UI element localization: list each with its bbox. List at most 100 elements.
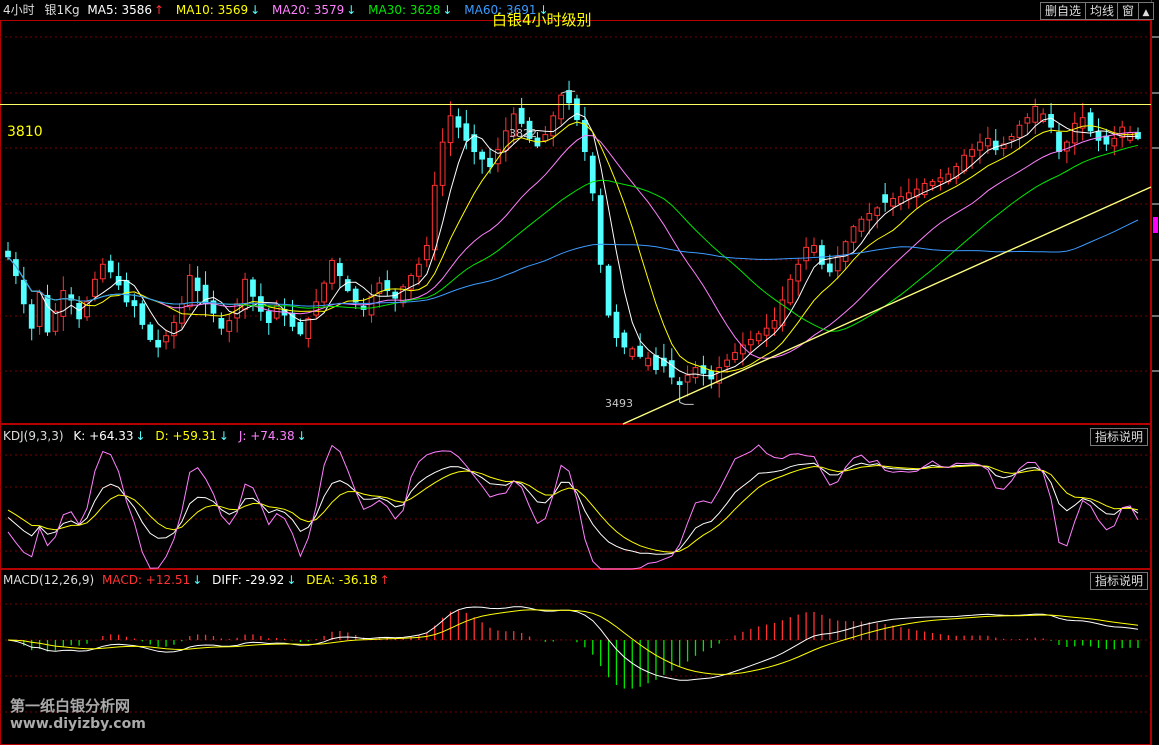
candle-up <box>368 295 375 316</box>
remove-favorite-button[interactable]: 删自选 <box>1040 2 1087 20</box>
candle-up <box>1016 124 1023 138</box>
ma30-line <box>7 144 1139 332</box>
ma10-arrow: ↓ <box>250 3 261 17</box>
candle-up <box>961 154 968 172</box>
candle-up <box>550 115 557 137</box>
symbol-label: 银1Kg <box>44 3 80 17</box>
chart-title: 白银4小时级别 <box>492 11 592 29</box>
candle-up <box>747 338 754 346</box>
candle-up <box>905 192 912 200</box>
candle-up <box>842 241 849 262</box>
candle-up <box>969 149 975 157</box>
kdj-k-value: K: +64.33 <box>73 429 134 443</box>
candle-up <box>977 141 983 151</box>
main-legend: 4小时 银1Kg MA5: 3586 ↑ MA10: 3569 ↓ MA20: 35… <box>3 3 557 17</box>
candle-up <box>834 256 841 272</box>
candle-up <box>984 137 991 147</box>
candle-up <box>929 181 936 186</box>
ma60-line <box>7 219 1139 307</box>
dea-arrow: ↑ <box>379 573 390 587</box>
candle-down <box>826 263 833 273</box>
panel-frame <box>0 569 1151 745</box>
ma10-line <box>7 121 1139 373</box>
candle-up <box>163 335 169 343</box>
candle-down <box>566 90 572 104</box>
candle-up <box>645 357 651 367</box>
macd-legend: MACD(12,26,9) MACD: +12.51 ↓ DIFF: -29.92… <box>3 573 396 587</box>
kdj-d-arrow: ↓ <box>218 429 229 443</box>
candle-down <box>613 311 620 339</box>
candle-down <box>1103 135 1110 145</box>
candle-down <box>653 355 659 371</box>
ma30-arrow: ↓ <box>442 3 453 17</box>
candle-down <box>518 107 525 124</box>
candle-down <box>621 332 628 348</box>
candle-up <box>850 226 857 243</box>
candle-up <box>1032 105 1039 123</box>
kdj-help-button[interactable]: 指标说明 <box>1090 428 1149 446</box>
candle-up <box>92 278 98 297</box>
chart-canvas[interactable] <box>0 0 1159 745</box>
candle-up <box>226 320 233 332</box>
ma30-value: MA30: 3628 <box>368 3 441 17</box>
candle-up <box>1008 136 1015 141</box>
candle-up <box>732 352 738 360</box>
candle-up <box>1071 122 1078 144</box>
candle-up <box>447 115 454 144</box>
candle-up <box>305 318 312 340</box>
candle-up <box>937 177 944 183</box>
macd-label: MACD(12,26,9) <box>3 573 95 587</box>
candle-up <box>771 320 778 329</box>
ma20-arrow: ↓ <box>346 3 357 17</box>
candle-down <box>1087 112 1094 132</box>
candle-up <box>99 263 106 280</box>
candle-up <box>890 198 896 207</box>
watermark-line2: www.diyizby.com <box>10 716 146 732</box>
candle-down <box>1056 131 1062 153</box>
candle-up <box>763 327 770 336</box>
ma20-line <box>7 131 1139 359</box>
candle-down <box>194 277 201 292</box>
ma20-value: MA20: 3579 <box>272 3 345 17</box>
window-button[interactable]: 窗 <box>1117 2 1140 20</box>
ma5-arrow: ↑ <box>154 3 165 17</box>
kdj-j-value: J: +74.38 <box>238 429 295 443</box>
candle-down <box>455 116 462 128</box>
candle-down <box>352 288 359 303</box>
candle-up <box>186 275 193 308</box>
ma-line-button[interactable]: 均线 <box>1085 2 1120 20</box>
macd-help-button[interactable]: 指标说明 <box>1090 572 1149 590</box>
kdj-label: KDJ(9,3,3) <box>3 429 64 443</box>
high-3822-label: 3822 <box>509 127 537 140</box>
diff-value: DIFF: -29.92 <box>212 573 285 587</box>
candle-down <box>668 360 675 378</box>
kdj-j-arrow: ↓ <box>296 429 307 443</box>
candle-down <box>76 302 82 320</box>
candle-up <box>724 359 730 367</box>
scroll-up-button[interactable]: ▲ <box>1138 2 1154 20</box>
candle-down <box>218 318 225 329</box>
low-3493-label: 3493 <box>605 397 633 410</box>
macd-dea-line <box>7 609 1139 675</box>
candle-down <box>597 195 604 265</box>
ma10-value: MA10: 3569 <box>175 3 249 17</box>
candle-down <box>131 300 138 307</box>
diff-arrow: ↓ <box>286 573 297 587</box>
panel-frame <box>0 20 1151 424</box>
candle-up <box>321 282 327 303</box>
macd-value: MACD: +12.51 <box>101 573 191 587</box>
candle-down <box>676 381 683 386</box>
candle-up <box>1111 137 1118 147</box>
candle-up <box>811 244 817 253</box>
candle-down <box>44 294 51 333</box>
candle-up <box>692 367 699 379</box>
period-label: 4小时 <box>3 3 35 17</box>
candle-down <box>344 279 351 292</box>
candle-up <box>858 218 865 232</box>
candle-down <box>479 151 485 160</box>
candle-up <box>423 244 430 261</box>
candle-up <box>755 333 762 342</box>
candle-down <box>250 279 256 297</box>
trendline <box>622 186 1152 425</box>
kdj-k-line <box>7 462 1139 555</box>
